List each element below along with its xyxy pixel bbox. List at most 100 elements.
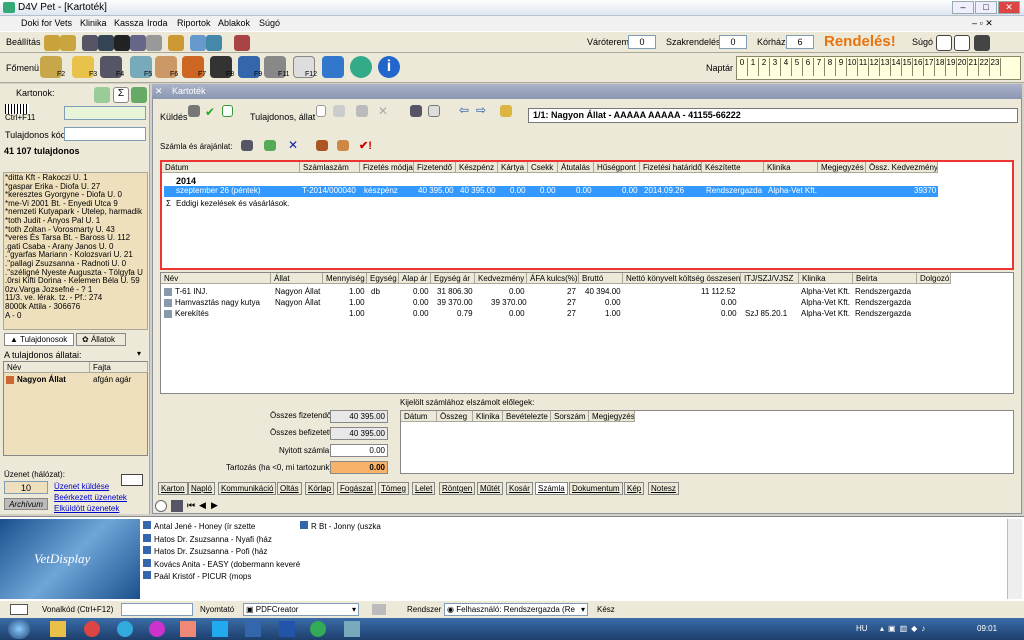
col-datum[interactable]: Dátum [401, 411, 437, 422]
hour-9[interactable]: 9 [836, 58, 847, 76]
print-icon[interactable] [410, 105, 422, 117]
fomenu-label[interactable]: Főmenü [6, 63, 39, 73]
arrow-right-icon[interactable]: ⇨ [476, 103, 492, 119]
language-indicator[interactable]: HU [856, 624, 868, 633]
col-mennyiseg[interactable]: Mennyiség [323, 273, 367, 284]
check-icon[interactable]: ✔ [205, 105, 221, 121]
col-egyseg-ar[interactable]: Egység ár [431, 273, 475, 284]
hour-2[interactable]: 2 [759, 58, 770, 76]
col-atutalas[interactable]: Átutalás [558, 162, 594, 173]
user-select[interactable]: ◉ Felhasználó: Rendszergazda (Re ▾ [444, 603, 588, 616]
hour-10[interactable]: 10 [847, 58, 858, 76]
next-record-icon[interactable]: ▶ [211, 500, 218, 511]
scrollbar[interactable] [1007, 519, 1022, 599]
col-klinika[interactable]: Klinika [799, 273, 853, 284]
menu-iroda[interactable]: Iroda [147, 18, 168, 28]
col-dolgozo[interactable]: Dolgozó [917, 273, 951, 284]
barcode-icon[interactable] [114, 35, 130, 51]
hour-5[interactable]: 5 [792, 58, 803, 76]
list-item[interactable]: Antal Jené - Honey (ír szette [143, 521, 300, 534]
list-item[interactable]: Kovács Anita - EASY (dobermann keveré [143, 558, 300, 572]
menu-riportok[interactable]: Riportok [177, 18, 211, 28]
add-icon[interactable] [322, 56, 344, 78]
menu-doki[interactable]: Doki for Vets [21, 18, 72, 28]
hour-calendar[interactable]: 0 1 2 3 4 5 6 7 8 9 10 11 12 13 14 15 16 17 18 19 20 21 22 23 [736, 56, 1021, 80]
tab-karton[interactable]: Karton [158, 482, 188, 495]
notes-icon[interactable] [190, 35, 206, 51]
hour-16[interactable]: 16 [913, 58, 924, 76]
hour-20[interactable]: 20 [957, 58, 968, 76]
owner-list[interactable]: *ditta Kft - Rakoczi U. 1 *gaspar Erika … [3, 172, 148, 330]
doc-dropdown-icon[interactable] [428, 105, 440, 117]
tray-icons[interactable]: ▴▣▥◆♪ [880, 624, 970, 634]
col-kartya[interactable]: Kártya [498, 162, 528, 173]
hour-7[interactable]: 7 [814, 58, 825, 76]
col-csekk[interactable]: Csekk [528, 162, 558, 173]
grid-icon[interactable] [82, 35, 98, 51]
doc-check-icon[interactable] [222, 105, 233, 117]
send-icon[interactable] [188, 105, 200, 117]
child-window-controls[interactable]: – ▫ ✕ [972, 18, 993, 29]
col-allat[interactable]: Állat [271, 273, 323, 284]
delete-icon[interactable]: ✕ [288, 138, 304, 154]
light-icon[interactable] [168, 35, 184, 51]
tab-mutet[interactable]: Műtét [477, 482, 504, 495]
vet-icon[interactable] [974, 35, 990, 51]
tab-szamla[interactable]: Számla [535, 482, 568, 495]
hour-6[interactable]: 6 [803, 58, 814, 76]
hour-12[interactable]: 12 [869, 58, 880, 76]
col-husegpont[interactable]: Hűségpont [594, 162, 640, 173]
col-netto[interactable]: Nettó könyvelt költség összesen [623, 273, 741, 284]
tab-rontgen[interactable]: Röntgen [439, 482, 476, 495]
col-sorszam[interactable]: Sorszám [551, 411, 589, 422]
list-item[interactable]: Paál Kristóf - PICUR (mops [143, 571, 300, 584]
close-button[interactable]: ✕ [998, 1, 1020, 14]
battery-icon[interactable] [131, 87, 147, 103]
screen-icon[interactable] [98, 35, 114, 51]
col-keszitette[interactable]: Készítette [702, 162, 764, 173]
delete-icon[interactable]: ✕ [378, 104, 394, 120]
col-ossz-kedvezmeny[interactable]: Össz. Kedvezmény [866, 162, 938, 173]
owner-code-input[interactable] [64, 127, 146, 141]
invoice-icon[interactable] [264, 140, 276, 151]
hour-22[interactable]: 22 [979, 58, 990, 76]
rendeles-button[interactable]: Rendelés! [824, 33, 896, 50]
col-kedvezmeny[interactable]: Kedvezmény [475, 273, 527, 284]
col-megjegyzes[interactable]: Megjegyzés [818, 162, 866, 173]
windows-icon[interactable] [206, 35, 222, 51]
hour-19[interactable]: 19 [946, 58, 957, 76]
hour-8[interactable]: 8 [825, 58, 836, 76]
alert-icon[interactable]: ✔! [359, 139, 375, 155]
col-nev[interactable]: Név [4, 362, 90, 373]
timer-icon[interactable] [234, 35, 250, 51]
hour-3[interactable]: 3 [770, 58, 781, 76]
message-icon[interactable] [121, 474, 143, 486]
help-icon[interactable] [936, 35, 952, 51]
explorer-icon[interactable] [50, 621, 66, 637]
tab-oltas[interactable]: Oltás [277, 482, 302, 495]
beallitas-label[interactable]: Beállítás [6, 37, 41, 47]
col-brutto[interactable]: Bruttó [579, 273, 623, 284]
dropdown-arrow-icon[interactable]: ▾ [137, 349, 141, 358]
col-fizetendo[interactable]: Fizetendő [414, 162, 456, 173]
tab-naplo[interactable]: Napló [188, 482, 215, 495]
globe-icon[interactable] [350, 56, 372, 78]
save-task-icon[interactable] [245, 621, 261, 637]
table-row[interactable]: Kerekítés 1.00 0.00 0.79 0.00 27 1.00 0.… [161, 309, 951, 320]
col-bevetelezte[interactable]: Bevételezte [503, 411, 551, 422]
print-icon[interactable] [171, 500, 183, 512]
printer-select[interactable]: ▣ PDFCreator ▾ [243, 603, 359, 616]
col-alap-ar[interactable]: Alap ár [399, 273, 431, 284]
col-afa[interactable]: ÁFA kulcs(%) [527, 273, 579, 284]
menu-kassza[interactable]: Kassza [114, 18, 144, 28]
table-row[interactable]: T-61 INJ. Nagyon Állat 1.00 db 0.00 31 8… [161, 287, 951, 298]
elkuldott-link[interactable]: Elküldött üzenetek [54, 504, 119, 513]
col-szamlaszam[interactable]: Számlaszám [300, 162, 360, 173]
tulaj-allat-label[interactable]: Tulajdonos, állat [250, 112, 315, 122]
office-icon[interactable] [180, 621, 196, 637]
col-keszpenz[interactable]: Készpénz [456, 162, 498, 173]
question-icon[interactable] [954, 35, 970, 51]
tab-notesz[interactable]: Notesz [648, 482, 679, 495]
col-klinika[interactable]: Klinika [764, 162, 818, 173]
settings-icon[interactable] [44, 35, 60, 51]
